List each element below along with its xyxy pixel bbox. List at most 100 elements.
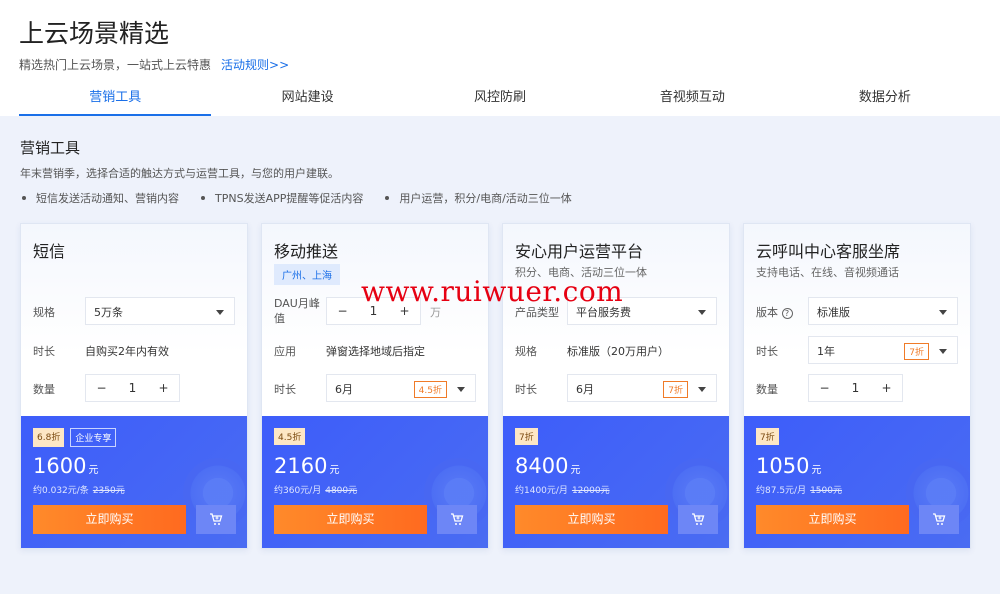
price-panel: 4.5折 2160 元 约360元/月 4800元 立即购买 (262, 416, 488, 548)
card-title: 安心用户运营平台 (515, 242, 644, 261)
buy-now-button[interactable]: 立即购买 (515, 505, 668, 534)
discount-badge: 7折 (756, 428, 779, 445)
version-label-text: 版本 (756, 306, 778, 319)
buy-now-button[interactable]: 立即购买 (756, 505, 909, 534)
badge-group: 7折 (515, 428, 544, 445)
chevron-down-icon (216, 310, 224, 315)
bullet-dot-icon (201, 196, 205, 200)
original-price: 4800元 (325, 486, 358, 496)
duration-label: 时长 (33, 345, 55, 358)
bullet-item: TPNS发送APP提醒等促活内容 (201, 190, 363, 206)
badge-group: 7折 (756, 428, 785, 445)
add-to-cart-button[interactable] (196, 505, 236, 534)
section-title: 营销工具 (20, 139, 81, 157)
badge-group: 6.8折 企业专享 (33, 428, 122, 447)
card-title: 短信 (33, 242, 66, 261)
quantity-stepper: − 1 + (85, 374, 180, 402)
tab-bar: 营销工具 网站建设 风控防刷 音视频互动 数据分析 (19, 86, 981, 116)
unit-price-value: 约360元/月 (274, 486, 322, 496)
tab-av-interaction[interactable]: 音视频互动 (596, 86, 788, 116)
cart-icon (692, 513, 705, 525)
unit-price: 约360元/月 4800元 (274, 483, 357, 496)
enterprise-badge: 企业专享 (70, 428, 117, 447)
bullet-text: 短信发送活动通知、营销内容 (36, 192, 179, 205)
tab-website[interactable]: 网站建设 (211, 86, 403, 116)
version-select[interactable]: 标准版 (808, 297, 958, 325)
duration-label: 时长 (274, 383, 296, 396)
duration-discount-tag: 7折 (663, 381, 688, 398)
product-card-call-center: 云呼叫中心客服坐席 支持电话、在线、音视频通话 版本 ? 标准版 时长 1年 7折… (743, 223, 971, 549)
minus-button[interactable]: − (327, 298, 358, 324)
original-price: 1500元 (810, 486, 842, 496)
page-title: 上云场景精选 (19, 19, 170, 48)
product-card-sms: 短信 规格 5万条 时长 自购买2年内有效 数量 − 1 + 6.8折 企业专享… (20, 223, 248, 549)
quantity-stepper: − 1 + (808, 374, 903, 402)
tab-marketing[interactable]: 营销工具 (19, 86, 212, 116)
unit-price-value: 约1400元/月 (515, 486, 568, 496)
buy-now-button[interactable]: 立即购买 (274, 505, 427, 534)
card-title: 云呼叫中心客服坐席 (756, 242, 901, 261)
add-to-cart-button[interactable] (678, 505, 718, 534)
duration-discount-tag: 4.5折 (413, 381, 447, 398)
duration-value: 自购买2年内有效 (85, 345, 169, 358)
quantity-value[interactable]: 1 (840, 375, 871, 401)
unit-price-value: 约0.032元/条 (33, 486, 89, 496)
section-bullets: 短信发送活动通知、营销内容 TPNS发送APP提醒等促活内容 用户运营，积分/电… (22, 190, 594, 206)
price-value: 1600 (33, 454, 87, 478)
duration-select[interactable]: 6月 4.5折 (326, 374, 476, 402)
price-currency: 元 (811, 465, 822, 476)
tab-risk-control[interactable]: 风控防刷 (404, 86, 596, 116)
spec-value: 5万条 (94, 306, 123, 319)
cart-icon (451, 513, 464, 525)
tab-data-analysis[interactable]: 数据分析 (789, 86, 981, 116)
minus-button[interactable]: − (809, 375, 840, 401)
price-panel: 7折 1050 元 约87.5元/月 1500元 立即购买 (744, 416, 970, 548)
header: 上云场景精选 精选热门上云场景，一站式上云特惠 活动规则>> 营销工具 网站建设 … (0, 0, 1000, 116)
rules-link[interactable]: 活动规则>> (221, 58, 289, 72)
help-icon[interactable]: ? (781, 308, 793, 319)
duration-select[interactable]: 1年 7折 (808, 336, 958, 364)
chevron-down-icon (457, 387, 465, 392)
chevron-down-icon (939, 349, 947, 354)
watermark-text: www.ruiwuer.com (361, 275, 624, 308)
discount-badge: 7折 (515, 428, 538, 445)
product-card-user-ops: 安心用户运营平台 积分、电商、活动三位一体 产品类型 平台服务费 规格 标准版（… (502, 223, 730, 549)
price: 1600 元 (33, 454, 98, 478)
duration-label: 时长 (756, 345, 778, 358)
product-card-push: 移动推送 广州、上海 DAU月峰值 − 1 + 万 应用 弹窗选择地域后指定 时… (261, 223, 489, 549)
duration-value: 6月 (576, 383, 594, 396)
add-to-cart-button[interactable] (919, 505, 959, 534)
app-label: 应用 (274, 345, 296, 358)
price: 1050 元 (756, 454, 821, 478)
duration-discount-tag: 7折 (904, 343, 929, 360)
price-value: 2160 (274, 454, 328, 478)
plus-button[interactable]: + (871, 375, 902, 401)
duration-label: 时长 (515, 383, 537, 396)
bullet-text: 用户运营，积分/电商/活动三位一体 (399, 192, 572, 205)
duration-select[interactable]: 6月 7折 (567, 374, 717, 402)
price-currency: 元 (570, 465, 581, 476)
version-value: 标准版 (817, 306, 850, 319)
dau-label: DAU月峰值 (274, 297, 320, 325)
chevron-down-icon (698, 387, 706, 392)
add-to-cart-button[interactable] (437, 505, 477, 534)
section-desc: 年末营销季，选择合适的触达方式与运营工具，与您的用户建联。 (20, 167, 339, 180)
quantity-label: 数量 (33, 383, 55, 396)
unit-price: 约87.5元/月 1500元 (756, 483, 842, 496)
bullet-item: 短信发送活动通知、营销内容 (22, 190, 179, 206)
original-price: 2350元 (92, 486, 125, 496)
buy-now-button[interactable]: 立即购买 (33, 505, 186, 534)
quantity-value[interactable]: 1 (117, 375, 148, 401)
minus-button[interactable]: − (86, 375, 117, 401)
bullet-item: 用户运营，积分/电商/活动三位一体 (385, 190, 572, 206)
price: 8400 元 (515, 454, 580, 478)
price-panel: 7折 8400 元 约1400元/月 12000元 立即购买 (503, 416, 729, 548)
bullet-dot-icon (385, 196, 390, 200)
plus-button[interactable]: + (148, 375, 179, 401)
spec-label: 规格 (33, 306, 55, 319)
spec-value: 标准版（20万用户） (567, 345, 669, 358)
unit-price: 约1400元/月 12000元 (515, 483, 610, 496)
chevron-down-icon (939, 310, 947, 315)
spec-select[interactable]: 5万条 (85, 297, 235, 325)
bullet-text: TPNS发送APP提醒等促活内容 (215, 192, 364, 205)
